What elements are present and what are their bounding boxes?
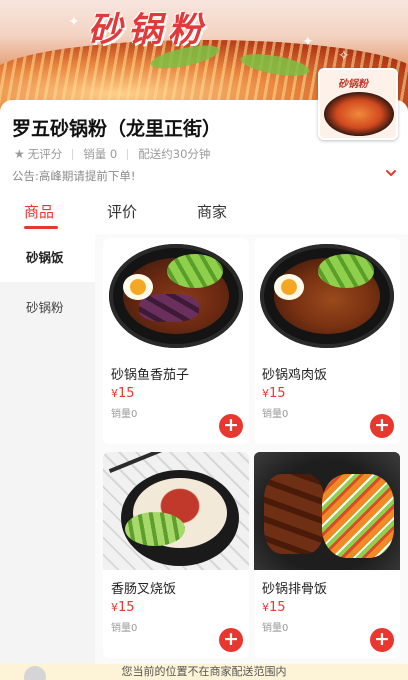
currency-symbol: ¥ xyxy=(111,601,118,614)
product-name: 香肠叉烧饭 xyxy=(111,582,177,597)
add-to-cart-button[interactable]: + xyxy=(219,414,243,438)
product-sales: 销量0 xyxy=(262,623,289,634)
star-icon: ★ xyxy=(14,147,25,161)
product-image xyxy=(103,238,249,356)
currency-symbol: ¥ xyxy=(111,387,118,400)
sparkle-icon: ✦ xyxy=(302,34,314,50)
product-sales: 销量0 xyxy=(111,623,138,634)
store-logo: 砂锅粉 xyxy=(318,68,398,140)
store-logo-image xyxy=(324,92,394,136)
product-price: ¥15 xyxy=(262,386,286,401)
store-meta: ★ 无评分 销量 0 配送约30分钟 xyxy=(14,146,210,162)
add-to-cart-button[interactable]: + xyxy=(370,414,394,438)
sparkle-icon: ✧ xyxy=(338,48,350,64)
chevron-down-icon[interactable] xyxy=(384,166,398,180)
currency-symbol: ¥ xyxy=(262,601,269,614)
category-item-clay-pot-rice[interactable]: 砂锅饭 xyxy=(0,234,95,282)
tab-merchant[interactable]: 商家 xyxy=(197,201,227,222)
active-tab-indicator xyxy=(24,226,58,229)
sparkle-icon: ✦ xyxy=(68,14,80,30)
delivery-range-notice: 您当前的位置不在商家配送范围内 xyxy=(0,664,408,680)
price-value: 15 xyxy=(269,386,286,401)
store-sales: 销量 0 xyxy=(83,147,118,161)
product-card[interactable]: 砂锅鸡肉饭 ¥15 销量0 + xyxy=(254,238,400,444)
product-sales: 销量0 xyxy=(262,409,289,420)
price-value: 15 xyxy=(118,386,135,401)
store-rating: 无评分 xyxy=(27,147,63,161)
product-name: 砂锅排骨饭 xyxy=(262,582,328,597)
currency-symbol: ¥ xyxy=(262,387,269,400)
meta-separator xyxy=(72,148,74,160)
store-notice[interactable]: 公告:高峰期请提前下单! xyxy=(12,168,135,184)
product-name: 砂锅鸡肉饭 xyxy=(262,368,328,383)
tab-reviews[interactable]: 评价 xyxy=(107,201,137,222)
product-image xyxy=(254,452,400,570)
product-name: 砂锅鱼香茄子 xyxy=(111,368,190,383)
banner-title-art: 砂锅粉 xyxy=(88,10,208,50)
tab-products[interactable]: 商品 xyxy=(24,201,54,222)
product-price: ¥15 xyxy=(111,386,135,401)
category-item-clay-pot-noodles[interactable]: 砂锅粉 xyxy=(0,284,95,332)
category-sidebar: 砂锅饭 砂锅粉 xyxy=(0,234,95,680)
price-value: 15 xyxy=(118,600,135,615)
product-price: ¥15 xyxy=(262,600,286,615)
meta-separator xyxy=(127,148,129,160)
price-value: 15 xyxy=(269,600,286,615)
product-grid: 砂锅鱼香茄子 ¥15 销量0 + 砂锅鸡肉饭 ¥15 销量0 + 香肠叉烧饭 ¥… xyxy=(95,234,408,664)
product-card[interactable]: 砂锅排骨饭 ¥15 销量0 + xyxy=(254,452,400,658)
product-image xyxy=(103,452,249,570)
product-image xyxy=(254,238,400,356)
product-card[interactable]: 砂锅鱼香茄子 ¥15 销量0 + xyxy=(103,238,249,444)
store-delivery-time: 配送约30分钟 xyxy=(138,147,211,161)
section-divider xyxy=(0,188,408,196)
product-price: ¥15 xyxy=(111,600,135,615)
store-name: 罗五砂锅粉（龙里正街） xyxy=(12,118,222,140)
add-to-cart-button[interactable]: + xyxy=(370,628,394,652)
tab-bar: 商品 评价 商家 xyxy=(0,196,408,230)
add-to-cart-button[interactable]: + xyxy=(219,628,243,652)
store-logo-text: 砂锅粉 xyxy=(338,79,368,90)
product-card[interactable]: 香肠叉烧饭 ¥15 销量0 + xyxy=(103,452,249,658)
product-sales: 销量0 xyxy=(111,409,138,420)
